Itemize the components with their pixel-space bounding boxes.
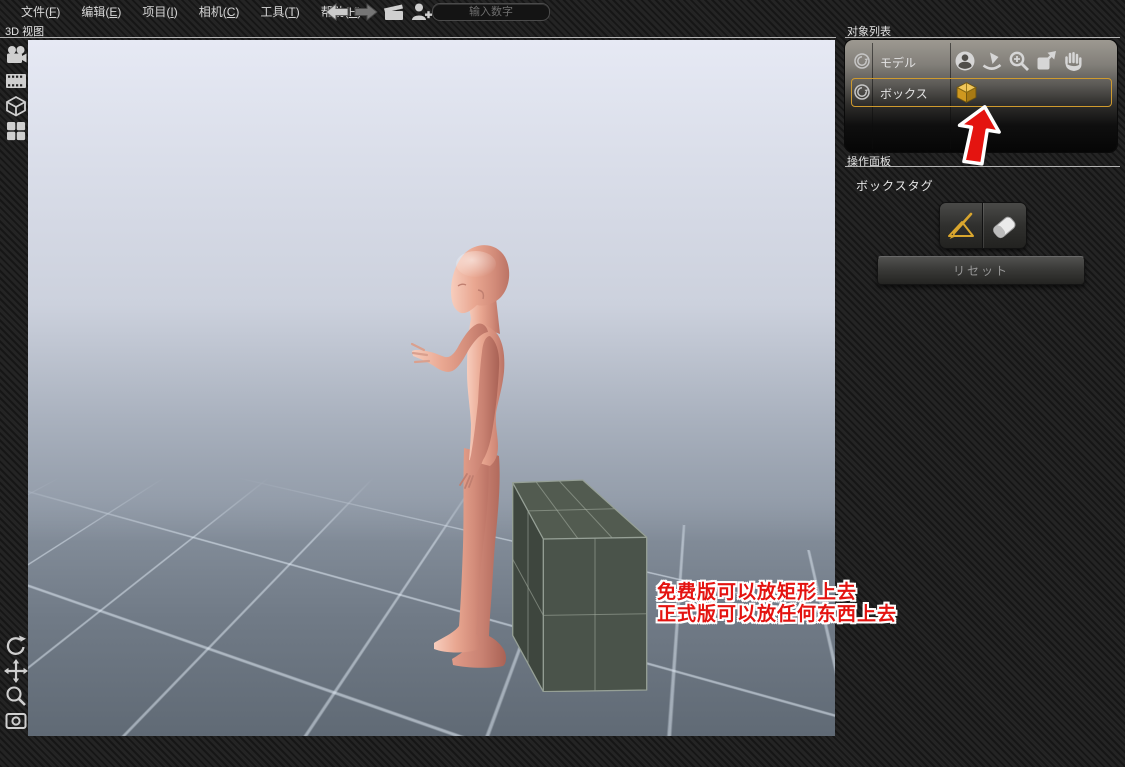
pan-view-icon[interactable]: [4, 659, 28, 683]
viewport-title-underline: [0, 37, 836, 38]
menu-camera[interactable]: 相机(C): [199, 3, 240, 20]
paint-tag-button[interactable]: [940, 203, 982, 246]
menubar: 文件(F) 编辑(E) 项目(I) 相机(C) 工具(T) 帮助(H): [0, 0, 1125, 22]
pen-tag-icon: [945, 209, 977, 241]
add-figure-icon[interactable]: [409, 1, 433, 23]
move-box-icon[interactable]: [1034, 49, 1058, 73]
zoom-plus-icon[interactable]: [1007, 49, 1031, 73]
clapperboard-icon[interactable]: [382, 1, 406, 23]
selection-highlight: [851, 78, 1112, 107]
reset-button[interactable]: リセット: [877, 256, 1085, 285]
mannequin-figure[interactable]: [408, 238, 513, 678]
redo-arrow-icon[interactable]: [353, 2, 379, 22]
menu-file[interactable]: 文件(F): [21, 3, 60, 20]
scene-box-object[interactable]: [508, 476, 653, 692]
hand-icon[interactable]: [1061, 49, 1085, 73]
erase-tag-button[interactable]: [983, 203, 1025, 246]
eraser-icon: [988, 209, 1020, 241]
annotation-text: 免费版可以放矩形上去 正式版可以放任何东西上去: [657, 582, 897, 626]
film-strip-icon[interactable]: [4, 69, 28, 93]
menu-project[interactable]: 项目(I): [142, 3, 177, 20]
annotation-line-1: 免费版可以放矩形上去: [657, 582, 897, 604]
object-row-label: モデル: [880, 54, 916, 71]
number-input[interactable]: [432, 3, 550, 21]
menubar-quick-tools: [324, 1, 433, 23]
menu-tools[interactable]: 工具(T): [260, 3, 299, 20]
zoom-view-icon[interactable]: [4, 684, 28, 708]
menu-edit[interactable]: 编辑(E): [81, 3, 121, 20]
rotate-icon[interactable]: [980, 49, 1004, 73]
annotation-line-2: 正式版可以放任何东西上去: [657, 604, 897, 626]
quad-view-icon[interactable]: [4, 119, 28, 143]
viewport-canvas[interactable]: [28, 40, 835, 736]
body-icon[interactable]: [953, 49, 977, 73]
red-arrow-annotation: [950, 104, 1014, 172]
tag-tool-buttons: [939, 202, 1027, 249]
object-row-model[interactable]: モデル: [845, 46, 1117, 77]
movie-camera-icon[interactable]: [4, 44, 28, 68]
visibility-toggle-icon[interactable]: [853, 52, 871, 70]
camera-frame-icon[interactable]: [4, 709, 28, 733]
box-tag-label: ボックスタグ: [856, 177, 934, 194]
object-list-underline: [845, 37, 1120, 38]
designdoll-app: { "menubar": { "items": [ {"label":"文件(F…: [0, 0, 1125, 767]
model-tool-icons: [953, 49, 1085, 73]
cube-3d-icon[interactable]: [4, 94, 28, 118]
rotate-view-icon[interactable]: [4, 634, 28, 658]
undo-arrow-icon[interactable]: [324, 2, 350, 22]
